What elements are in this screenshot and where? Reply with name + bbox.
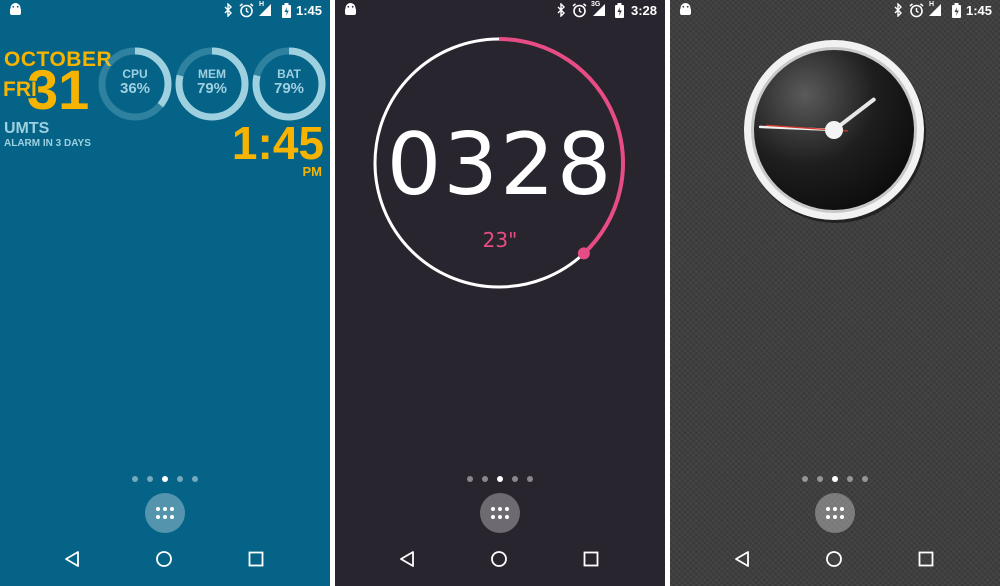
app-drawer-button[interactable] (480, 493, 520, 533)
widget-ampm: PM (302, 164, 323, 179)
battery-icon (282, 3, 291, 18)
app-drawer-button[interactable] (815, 493, 855, 533)
bluetooth-icon (894, 3, 902, 17)
page-dot-active[interactable] (162, 476, 168, 482)
recents-icon[interactable] (582, 550, 600, 568)
mem-gauge-value: 79% (196, 80, 228, 97)
widget-network: UMTS (4, 120, 50, 137)
page-dot[interactable] (177, 476, 183, 482)
android-icon (10, 3, 21, 15)
page-dot[interactable] (192, 476, 198, 482)
page-dot[interactable] (467, 476, 473, 482)
app-drawer-icon (491, 507, 509, 519)
recents-icon[interactable] (247, 550, 265, 568)
signal-icon (929, 4, 941, 16)
cpu-gauge-value: 36% (119, 80, 151, 97)
timer-seconds: 23" (482, 228, 518, 252)
navigation-bar (0, 536, 330, 586)
bluetooth-icon (224, 3, 232, 17)
recents-icon[interactable] (917, 550, 935, 568)
page-indicator (335, 474, 665, 484)
page-dot[interactable] (482, 476, 488, 482)
page-dot[interactable] (847, 476, 853, 482)
alarm-clock-icon (239, 3, 254, 18)
page-indicator (670, 474, 1000, 484)
mem-gauge: MEM 79% (175, 47, 249, 121)
page-dot[interactable] (132, 476, 138, 482)
widget-day-number: 31 (27, 58, 90, 121)
homescreen-panel-1: H 1:45 OCTOBER FRI 31 UMTS ALARM IN 3 DA… (0, 0, 330, 586)
widget-alarm: ALARM IN 3 DAYS (4, 138, 91, 149)
page-dot[interactable] (802, 476, 808, 482)
app-drawer-button[interactable] (145, 493, 185, 533)
status-bar: H 1:45 (670, 0, 1000, 22)
page-dot[interactable] (147, 476, 153, 482)
page-dot-active[interactable] (497, 476, 503, 482)
page-dot[interactable] (817, 476, 823, 482)
bat-gauge-value: 79% (273, 80, 305, 97)
page-indicator (0, 474, 330, 484)
page-dot[interactable] (527, 476, 533, 482)
analog-clock-widget[interactable] (742, 37, 928, 223)
alarm-clock-icon (909, 3, 924, 18)
clock-center-cap (825, 121, 843, 139)
status-bar: H 1:45 (0, 0, 330, 22)
battery-icon (952, 3, 961, 18)
cpu-gauge: CPU 36% (98, 47, 172, 121)
cpu-gauge-label: CPU (122, 67, 148, 81)
app-drawer-icon (826, 507, 844, 519)
mem-gauge-label: MEM (198, 67, 226, 81)
bat-gauge-label: BAT (277, 67, 301, 81)
signal-icon (259, 4, 271, 16)
page-dot-active[interactable] (832, 476, 838, 482)
timer-digits: 0328 (386, 115, 614, 215)
bat-gauge: BAT 79% (252, 47, 326, 121)
page-dot[interactable] (862, 476, 868, 482)
homescreen-panel-3: H 1:45 (670, 0, 1000, 586)
status-time: 1:45 (965, 3, 992, 18)
navigation-bar (670, 536, 1000, 586)
app-drawer-icon (156, 507, 174, 519)
widget-time: 1:45 (231, 117, 324, 169)
android-icon (680, 3, 691, 15)
navigation-bar (335, 536, 665, 586)
status-time: 1:45 (295, 3, 322, 18)
home-icon[interactable] (825, 550, 843, 568)
back-icon[interactable] (733, 550, 751, 568)
back-icon[interactable] (398, 550, 416, 568)
page-dot[interactable] (512, 476, 518, 482)
back-icon[interactable] (63, 550, 81, 568)
home-icon[interactable] (155, 550, 173, 568)
homescreen-panel-2: 3G 3:28 0328 23" (335, 0, 665, 586)
home-icon[interactable] (490, 550, 508, 568)
